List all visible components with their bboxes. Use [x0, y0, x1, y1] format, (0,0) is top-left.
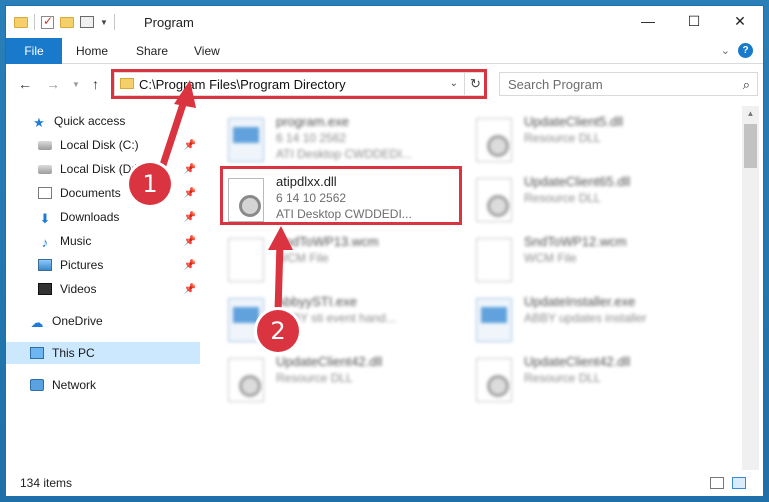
arrow-1-head: [174, 80, 196, 108]
arrow-2-head: [268, 226, 293, 250]
arrow-2-shaft: [274, 242, 284, 313]
arrow-1-shaft: [158, 96, 189, 170]
callout-1: 1: [129, 163, 171, 205]
callout-2: 2: [257, 310, 299, 352]
callout-arrows: [158, 80, 293, 313]
